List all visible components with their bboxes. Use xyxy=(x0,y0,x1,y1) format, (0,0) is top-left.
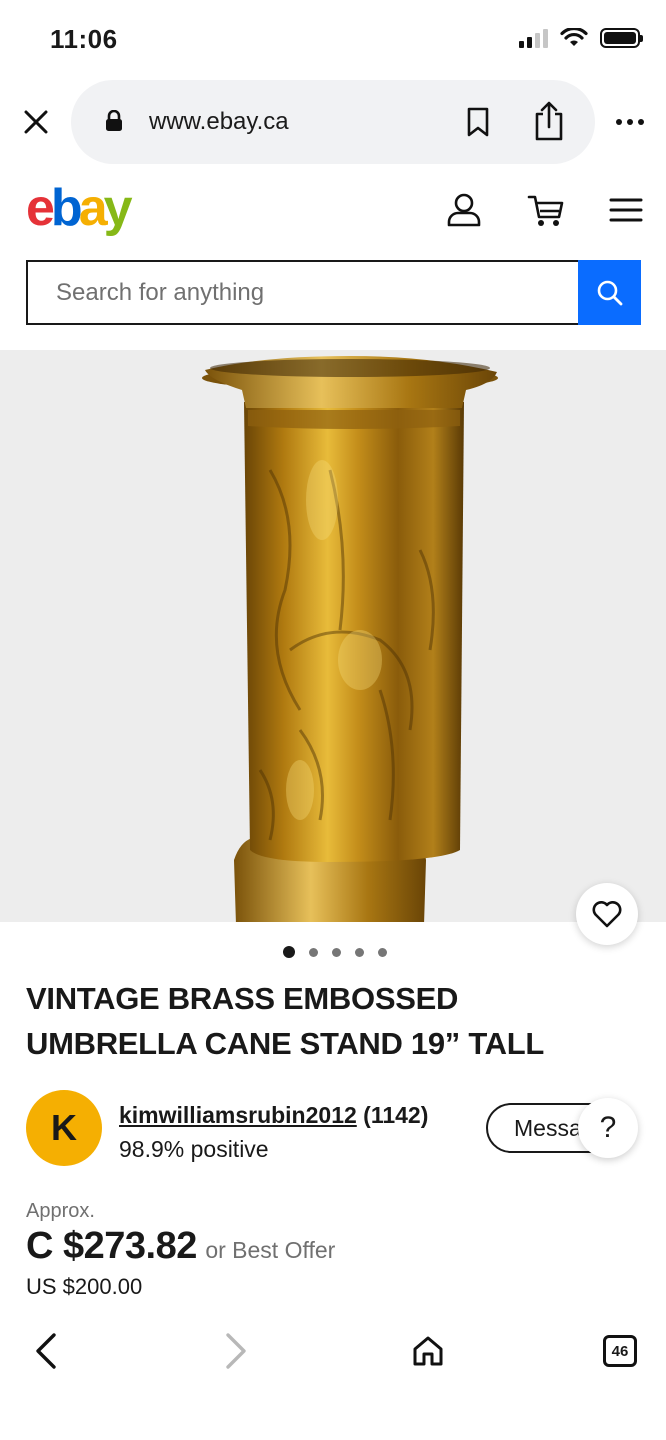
address-bar[interactable]: www.ebay.ca xyxy=(71,80,595,164)
browser-bottom-toolbar: 46 xyxy=(0,1315,666,1385)
pagination-dot[interactable] xyxy=(283,946,295,958)
home-button[interactable] xyxy=(406,1329,450,1373)
status-bar: 11:06 xyxy=(0,0,666,78)
tabs-button[interactable]: 46 xyxy=(598,1329,642,1373)
seller-info: K kimwilliamsrubin2012 (1142) 98.9% posi… xyxy=(26,1090,641,1170)
site-header: ebay xyxy=(0,172,666,246)
product-image-gallery[interactable] xyxy=(0,350,666,922)
price-amount: C $273.82 xyxy=(26,1225,197,1267)
seller-avatar[interactable]: K xyxy=(26,1090,102,1166)
help-button[interactable]: ? xyxy=(578,1098,638,1158)
back-button[interactable] xyxy=(24,1329,68,1373)
tab-count: 46 xyxy=(603,1335,637,1367)
price-line: C $273.82 or Best Offer xyxy=(26,1225,641,1268)
seller-name-row: kimwilliamsrubin2012 (1142) xyxy=(119,1102,428,1129)
price-block: Approx. C $273.82 or Best Offer US $200.… xyxy=(26,1200,641,1300)
search-input[interactable] xyxy=(26,260,578,325)
close-tab-button[interactable] xyxy=(18,104,54,140)
cellular-signal-icon xyxy=(519,28,548,48)
image-pagination-dots[interactable] xyxy=(283,946,387,958)
menu-icon[interactable] xyxy=(606,190,646,230)
browser-bar: www.ebay.ca xyxy=(0,80,666,166)
search-button[interactable] xyxy=(578,260,641,325)
status-icons xyxy=(519,28,643,48)
best-offer-note: or Best Offer xyxy=(205,1237,336,1263)
wifi-icon xyxy=(560,28,588,46)
seller-positive-rating: 98.9% positive xyxy=(119,1136,269,1162)
battery-icon xyxy=(600,28,643,48)
product-image xyxy=(202,356,498,922)
add-to-watchlist-button[interactable] xyxy=(576,883,638,945)
search-icon xyxy=(597,280,622,305)
cart-icon[interactable] xyxy=(526,190,566,230)
bookmark-icon[interactable] xyxy=(464,106,492,138)
close-icon xyxy=(24,110,48,134)
more-options-button[interactable] xyxy=(608,108,652,136)
listing-title: VINTAGE BRASS EMBOSSED UMBRELLA CANE STA… xyxy=(26,981,545,1061)
seller-feedback-count: (1142) xyxy=(363,1102,429,1128)
pagination-dot[interactable] xyxy=(378,947,387,957)
ebay-logo[interactable]: ebay xyxy=(26,178,133,238)
pagination-dot[interactable] xyxy=(332,947,341,957)
lock-icon xyxy=(106,110,122,131)
share-icon[interactable] xyxy=(531,100,567,142)
home-icon xyxy=(413,1336,443,1366)
chevron-right-icon xyxy=(226,1333,246,1369)
pagination-dot[interactable] xyxy=(355,947,364,957)
seller-name-link[interactable]: kimwilliamsrubin2012 xyxy=(119,1102,357,1128)
url-text: www.ebay.ca xyxy=(149,108,289,135)
heart-icon xyxy=(592,901,622,928)
pagination-dot[interactable] xyxy=(309,947,318,957)
original-price: US $200.00 xyxy=(26,1274,143,1299)
forward-button[interactable] xyxy=(214,1329,258,1373)
approx-label: Approx. xyxy=(26,1200,95,1222)
account-icon[interactable] xyxy=(444,190,484,230)
chevron-left-icon xyxy=(36,1333,56,1369)
search-bar xyxy=(26,260,641,325)
status-time: 11:06 xyxy=(50,24,118,54)
